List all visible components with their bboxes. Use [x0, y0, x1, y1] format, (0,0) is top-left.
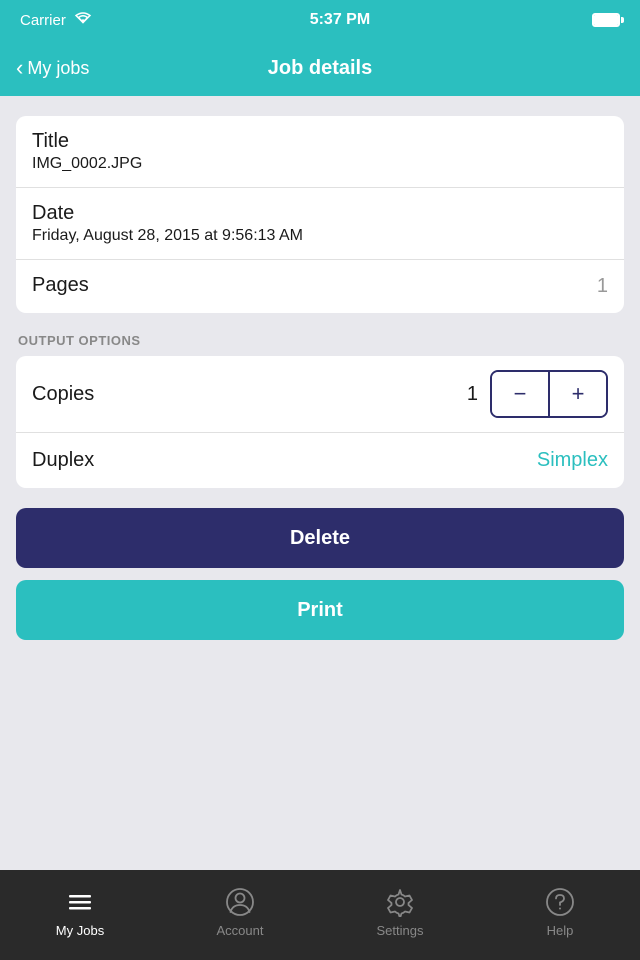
time-label: 5:37 PM — [310, 11, 370, 28]
title-row: Title IMG_0002.JPG — [16, 116, 624, 188]
increment-button[interactable]: + — [550, 372, 606, 416]
tab-my-jobs[interactable]: My Jobs — [0, 885, 160, 938]
tab-help-label: Help — [547, 923, 574, 938]
tab-bar: My Jobs Account Settings — [0, 870, 640, 960]
pages-field-label: Pages — [32, 274, 89, 297]
decrement-button[interactable]: − — [492, 372, 548, 416]
date-field-value: Friday, August 28, 2015 at 9:56:13 AM — [32, 227, 608, 245]
tab-account[interactable]: Account — [160, 885, 320, 938]
pages-field-value: 1 — [597, 275, 608, 298]
duplex-value: Simplex — [537, 449, 608, 472]
nav-title: Job details — [268, 57, 372, 80]
my-jobs-icon — [63, 885, 97, 919]
tab-settings-label: Settings — [377, 923, 424, 938]
print-button[interactable]: Print — [16, 580, 624, 640]
back-button[interactable]: ‹ My jobs — [16, 58, 89, 79]
copies-label: Copies — [32, 383, 94, 406]
delete-button[interactable]: Delete — [16, 508, 624, 568]
date-field-label: Date — [32, 202, 608, 225]
status-bar: Carrier 5:37 PM — [0, 0, 640, 40]
nav-bar: ‹ My jobs Job details — [0, 40, 640, 96]
back-chevron-icon: ‹ — [16, 57, 23, 79]
help-icon — [543, 885, 577, 919]
duplex-label: Duplex — [32, 449, 94, 472]
battery-icon — [592, 13, 620, 27]
copies-row: Copies 1 − + — [16, 356, 624, 433]
carrier-label: Carrier — [20, 12, 66, 29]
tab-my-jobs-label: My Jobs — [56, 923, 104, 938]
pages-row: Pages 1 — [16, 260, 624, 313]
main-content: Title IMG_0002.JPG Date Friday, August 2… — [0, 96, 640, 640]
title-field-label: Title — [32, 130, 608, 153]
wifi-icon — [74, 11, 92, 29]
back-label: My jobs — [27, 58, 89, 79]
account-icon — [223, 885, 257, 919]
copies-value: 1 — [467, 383, 478, 406]
job-info-card: Title IMG_0002.JPG Date Friday, August 2… — [16, 116, 624, 313]
tab-settings[interactable]: Settings — [320, 885, 480, 938]
output-options-label: OUTPUT OPTIONS — [16, 333, 624, 348]
copies-stepper: − + — [490, 370, 608, 418]
output-options-card: Copies 1 − + Duplex Simplex — [16, 356, 624, 488]
duplex-row: Duplex Simplex — [16, 433, 624, 488]
tab-help[interactable]: Help — [480, 885, 640, 938]
settings-icon — [383, 885, 417, 919]
date-row: Date Friday, August 28, 2015 at 9:56:13 … — [16, 188, 624, 260]
title-field-value: IMG_0002.JPG — [32, 155, 608, 173]
tab-account-label: Account — [217, 923, 264, 938]
